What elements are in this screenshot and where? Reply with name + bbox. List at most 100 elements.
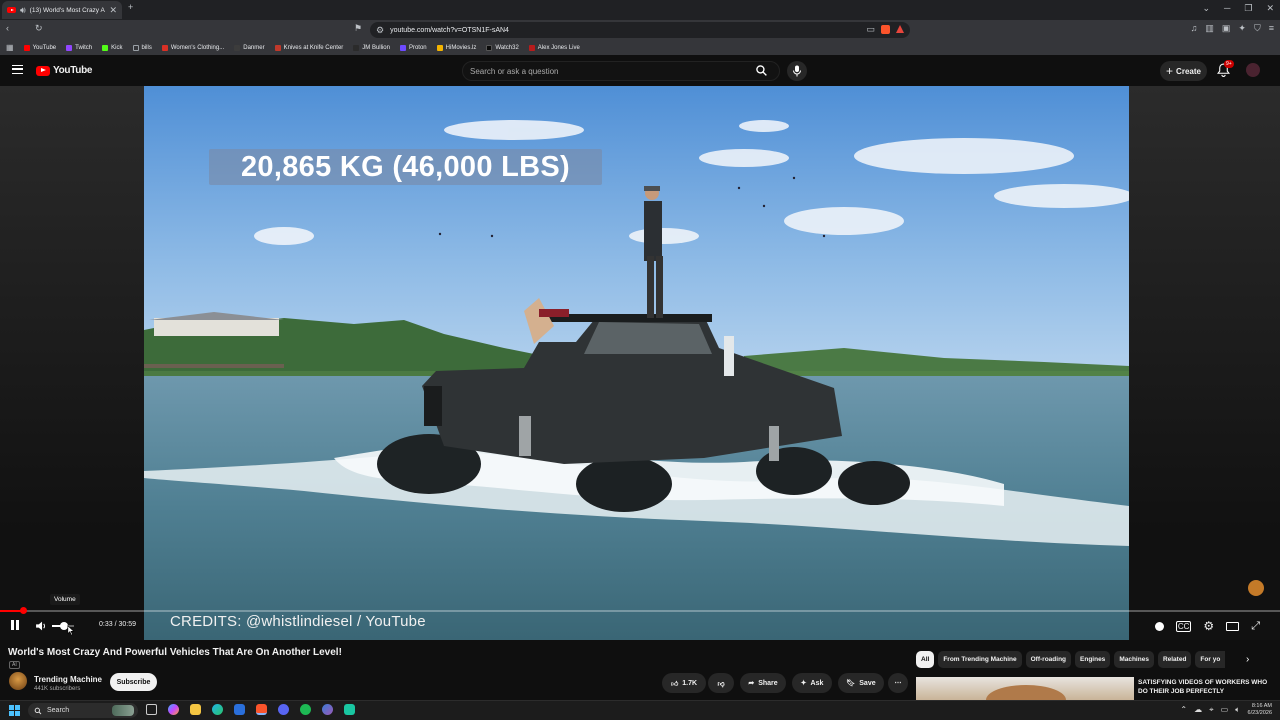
brave-rewards-icon[interactable]	[896, 25, 904, 33]
extensions-icon[interactable]: ✦	[1238, 24, 1246, 33]
bookmark-label: HiMovies.lz	[445, 44, 477, 51]
network-icon[interactable]: ▭	[1221, 705, 1229, 715]
search-icon[interactable]	[755, 64, 768, 82]
video-player[interactable]: 20,865 KG (46,000 LBS) CREDITS: @whistli…	[0, 86, 1280, 640]
fullscreen-icon[interactable]: ⤢	[1251, 620, 1260, 633]
bookmark-item[interactable]: Proton	[399, 44, 427, 51]
more-actions-button[interactable]: ⋯	[888, 673, 908, 693]
bookmark-item[interactable]: YouTube	[23, 44, 56, 51]
chevron-right-icon[interactable]: ›	[1246, 654, 1249, 665]
location-icon[interactable]: ⌖	[1209, 705, 1214, 715]
apps-grid-icon[interactable]: ▦	[6, 43, 14, 52]
file-explorer-icon[interactable]	[190, 704, 201, 715]
photos-icon[interactable]	[322, 704, 333, 715]
chip-off-roading[interactable]: Off-roading	[1025, 651, 1072, 668]
bookmark-folder[interactable]: bills	[132, 44, 152, 51]
bookmark-item[interactable]: Kick	[102, 44, 123, 51]
new-tab-icon[interactable]: +	[128, 3, 133, 12]
progress-scrubber[interactable]	[20, 607, 28, 614]
speaker-icon[interactable]: 🔈︎	[1235, 705, 1240, 715]
sidebar-icon[interactable]: ▥	[1205, 24, 1214, 33]
voice-search-button[interactable]	[787, 61, 807, 81]
bookmark-item[interactable]: HiMovies.lz	[436, 44, 477, 51]
task-view-icon[interactable]	[146, 704, 157, 715]
app-icon[interactable]	[344, 704, 355, 715]
back-icon[interactable]: ‹	[6, 24, 9, 33]
bookmark-item[interactable]: Alex Jones Live	[528, 44, 580, 51]
wallet-icon[interactable]: ▣	[1222, 24, 1231, 33]
address-bar[interactable]: ⚙ youtube.com/watch?v=OTSN1F-sAN4 ▭	[370, 22, 910, 38]
bookmark-label: Watch32	[495, 44, 519, 51]
channel-name[interactable]: Trending Machine	[34, 675, 102, 684]
edge-icon[interactable]	[212, 704, 223, 715]
chip-from-channel[interactable]: From Trending Machine	[938, 651, 1022, 668]
brave-shields-icon[interactable]	[881, 25, 890, 34]
hamburger-menu-icon[interactable]	[12, 65, 23, 74]
tab-title: (13) World's Most Crazy And	[29, 6, 106, 14]
like-button[interactable]: 👍︎ 1.7K	[662, 673, 706, 693]
chip-for-you[interactable]: For yo	[1195, 651, 1226, 668]
tab-search-icon[interactable]: ⌄	[1202, 3, 1210, 14]
bookmark-favicon-icon	[102, 44, 109, 51]
chip-all[interactable]: All	[916, 651, 935, 668]
brave-browser-icon[interactable]	[256, 704, 267, 715]
bookmark-favicon-icon	[23, 44, 30, 51]
cast-icon[interactable]: ▭	[866, 25, 875, 34]
subtitles-icon[interactable]: CC	[1175, 620, 1192, 632]
bookmark-favicon-icon	[528, 44, 535, 51]
minimize-icon[interactable]: ─	[1224, 3, 1230, 14]
recommended-video-thumbnail[interactable]	[916, 677, 1134, 700]
pause-button[interactable]	[11, 620, 19, 630]
bookmark-item[interactable]: Watch32	[486, 44, 519, 51]
restore-icon[interactable]: ❐	[1244, 3, 1252, 14]
reload-icon[interactable]: ↻	[35, 24, 43, 33]
taskbar-search[interactable]: Search	[28, 703, 138, 718]
settings-icon[interactable]: ⚙	[1203, 619, 1214, 633]
browser-tab[interactable]: 🔊︎ (13) World's Most Crazy And ✕	[2, 1, 122, 19]
chip-machines[interactable]: Machines	[1114, 651, 1154, 668]
subscribe-button[interactable]: Subscribe	[110, 673, 157, 691]
create-button[interactable]: + Create	[1160, 61, 1207, 81]
menu-icon[interactable]: ≡	[1269, 24, 1274, 33]
sparkle-icon: ✦	[800, 680, 807, 687]
close-window-icon[interactable]: ✕	[1266, 3, 1274, 14]
bookmark-page-icon[interactable]: ⚑	[354, 24, 362, 33]
bookmark-item[interactable]: Knives at Knife Center	[274, 44, 343, 51]
bookmark-item[interactable]: Twitch	[66, 44, 92, 51]
video-frame[interactable]: 20,865 KG (46,000 LBS) CREDITS: @whistli…	[144, 86, 1129, 640]
dislike-button[interactable]: 👎︎	[708, 673, 734, 693]
progress-bar[interactable]	[0, 607, 1280, 614]
bookmark-item[interactable]: Women's Clothing...	[161, 44, 224, 51]
discord-icon[interactable]	[278, 704, 289, 715]
cloud-icon[interactable]: ☁	[1194, 705, 1202, 715]
theater-mode-icon[interactable]	[1226, 621, 1240, 631]
chip-engines[interactable]: Engines	[1075, 651, 1111, 668]
vpn-icon[interactable]: ⛉	[1254, 24, 1261, 33]
close-tab-icon[interactable]: ✕	[109, 5, 117, 15]
spotify-icon[interactable]	[300, 704, 311, 715]
bookmark-favicon-icon	[353, 44, 360, 51]
account-avatar[interactable]	[1246, 63, 1260, 77]
copilot-icon[interactable]	[168, 704, 179, 715]
chip-related[interactable]: Related	[1157, 651, 1192, 668]
share-button[interactable]: ➦ Share	[740, 673, 786, 693]
ask-button[interactable]: ✦ Ask	[792, 673, 832, 693]
audio-playing-icon[interactable]: 🔊︎	[20, 5, 26, 15]
bookmark-item[interactable]: Danmer	[234, 44, 265, 51]
notification-badge: 9+	[1224, 60, 1234, 68]
recommended-video-title[interactable]: SATISFYING VIDEOS OF WORKERS WHO DO THEI…	[1138, 679, 1268, 697]
chevron-up-icon[interactable]: ⌃	[1180, 705, 1187, 715]
store-icon[interactable]	[234, 704, 245, 715]
search-input[interactable]: Search or ask a question	[462, 61, 780, 81]
windows-start-icon[interactable]	[9, 705, 20, 716]
volume-icon[interactable]	[35, 619, 48, 637]
save-button[interactable]: 🔖︎ Save	[838, 673, 884, 693]
site-info-icon[interactable]: ⚙	[376, 25, 384, 35]
media-icon[interactable]: ♫	[1191, 24, 1198, 33]
channel-watermark[interactable]	[1248, 580, 1264, 596]
autoplay-toggle-icon[interactable]	[1154, 621, 1164, 631]
bookmark-item[interactable]: JM Bullion	[353, 44, 390, 51]
youtube-logo[interactable]: YouTube	[36, 65, 93, 76]
channel-avatar[interactable]	[9, 672, 27, 690]
system-clock[interactable]: 8:16 AM 6/23/2026	[1248, 703, 1272, 717]
